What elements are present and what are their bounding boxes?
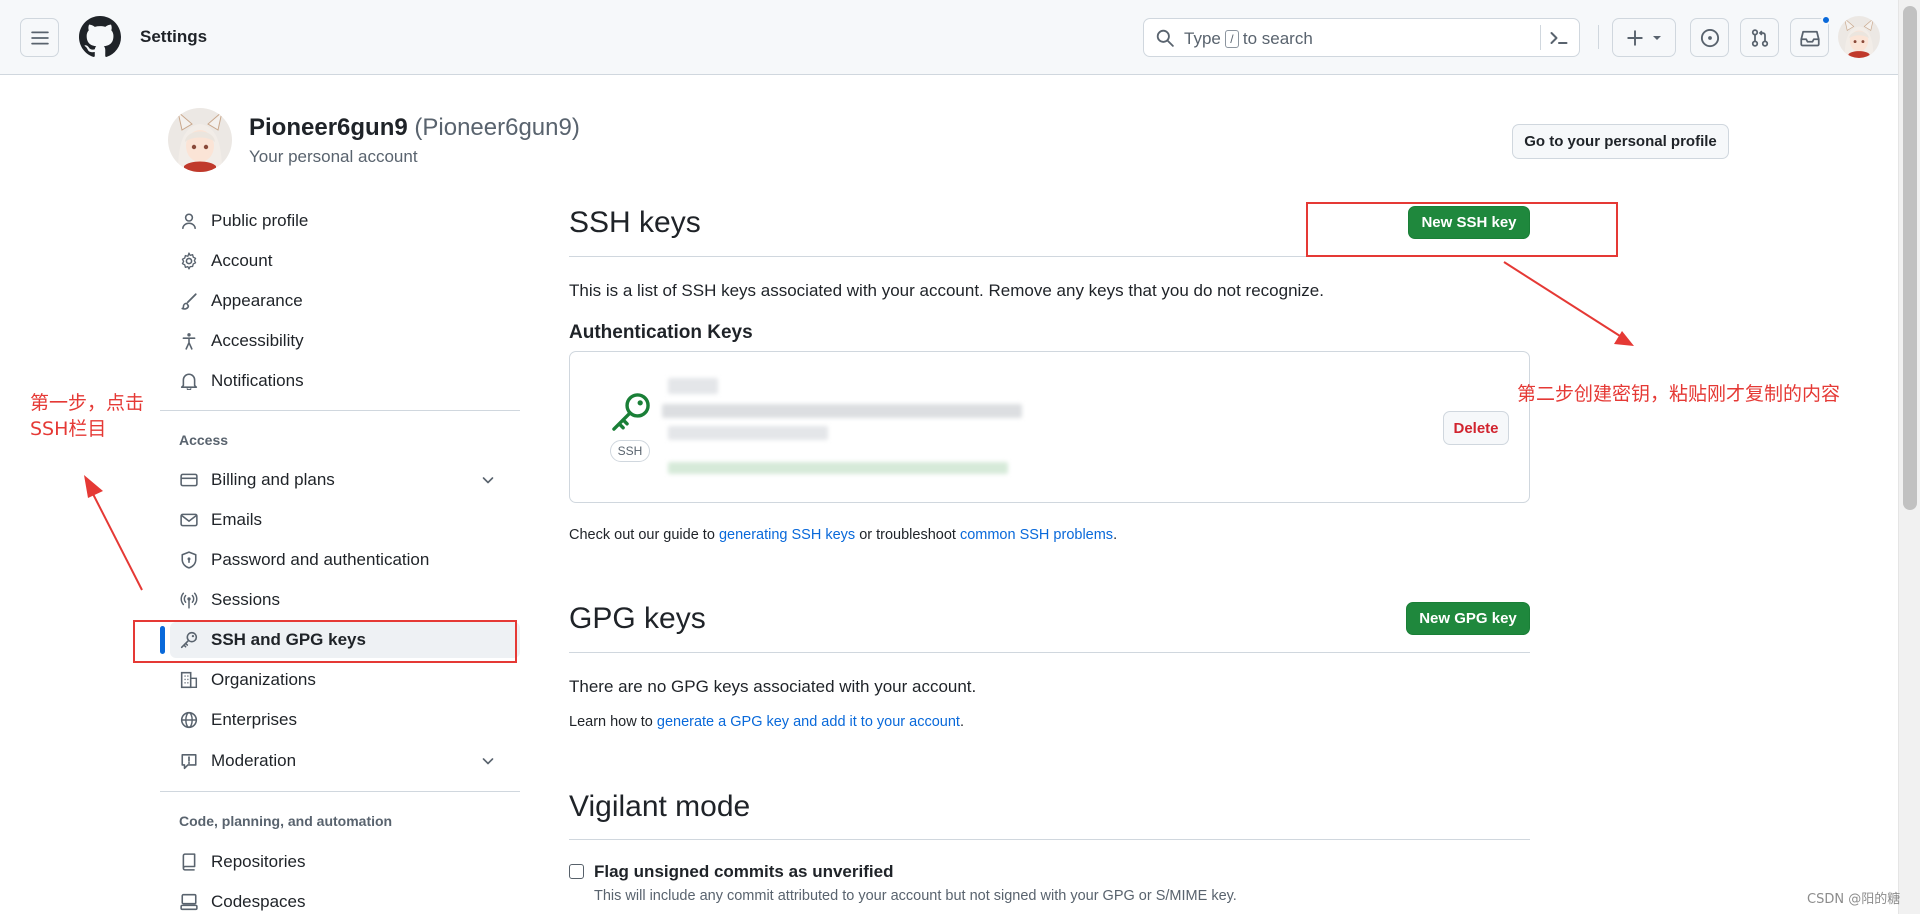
annotation-arrow-step2: [1503, 261, 1634, 346]
annotation-arrow-step1: [84, 475, 143, 591]
annotation-arrows: [84, 261, 1634, 591]
csdn-watermark: CSDN @阳的糖: [1807, 892, 1901, 907]
page-root: Settings Type / to search Pioneer6gun9 (…: [0, 0, 1920, 914]
